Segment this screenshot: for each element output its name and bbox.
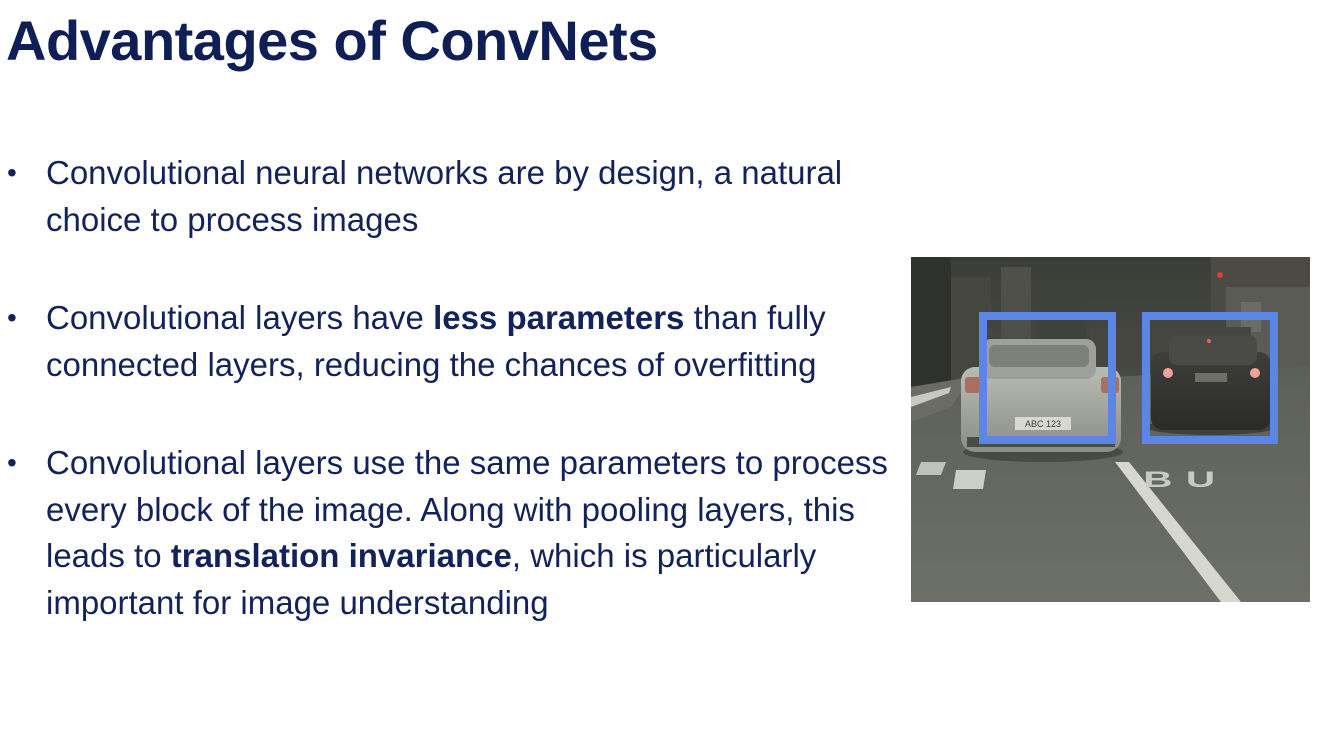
street-scene-image: BU ABC 123 xyxy=(911,257,1310,602)
slide-title: Advantages of ConvNets xyxy=(6,9,658,72)
bullet-dot-icon: • xyxy=(7,447,17,478)
bullet-item-1: • Convolutional neural networks are by d… xyxy=(0,150,900,243)
bullet-dot-icon: • xyxy=(7,157,17,188)
bullet-dot-icon: • xyxy=(7,302,17,333)
bullet-text-2-before: Convolutional layers have xyxy=(46,299,434,336)
road-marking-text: BU xyxy=(1143,467,1228,492)
bullet-text-3-bold: translation invariance xyxy=(170,537,512,574)
bullet-list: • Convolutional neural networks are by d… xyxy=(0,150,900,626)
license-plate-text: ABC 123 xyxy=(1025,419,1061,429)
slide: Advantages of ConvNets • Convolutional n… xyxy=(0,0,1330,737)
traffic-light-icon xyxy=(1217,272,1223,278)
bullet-text-1: Convolutional neural networks are by des… xyxy=(46,154,843,238)
bullet-item-3: • Convolutional layers use the same para… xyxy=(0,440,900,626)
bullet-text-2-bold: less parameters xyxy=(433,299,685,336)
bullet-item-2: • Convolutional layers have less paramet… xyxy=(0,295,900,388)
